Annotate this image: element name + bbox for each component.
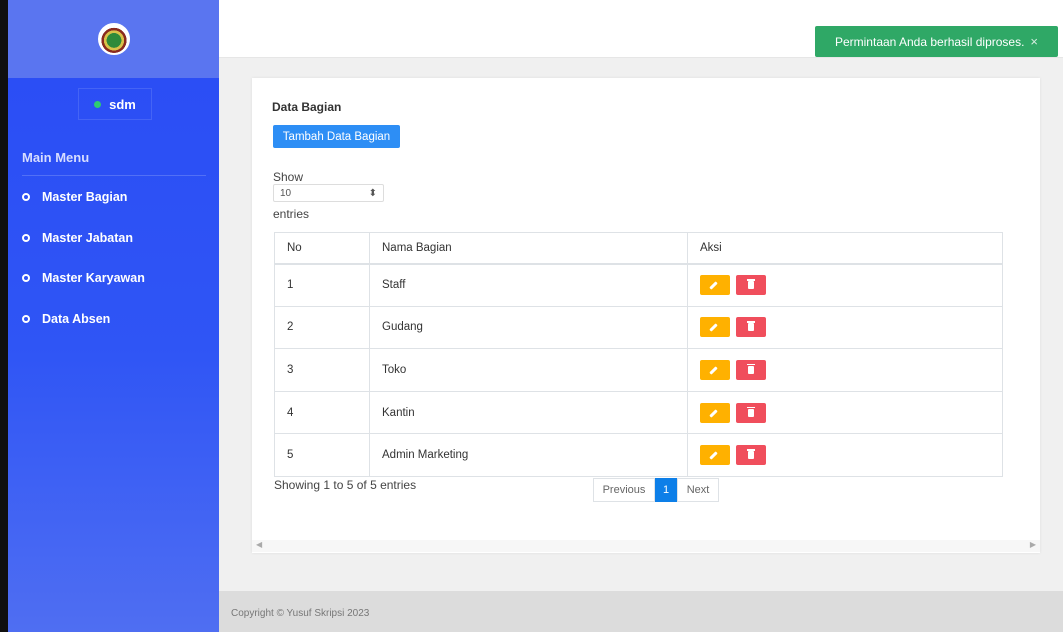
circle-icon [22, 274, 30, 282]
edit-button[interactable] [700, 275, 730, 296]
table-row: 4 Kantin [274, 390, 1003, 435]
cell-no: 2 [274, 305, 370, 350]
edit-button[interactable] [700, 317, 730, 338]
table-info: Showing 1 to 5 of 5 entries [274, 478, 417, 492]
next-page-button[interactable]: Next [677, 478, 719, 502]
cell-no: 5 [274, 433, 370, 477]
sidebar-item-master-bagian[interactable]: Master Bagian [22, 190, 127, 204]
column-header-no[interactable]: No [274, 232, 370, 265]
add-bagian-button[interactable]: Tambah Data Bagian [273, 125, 400, 148]
pencil-icon [709, 408, 718, 418]
trash-icon [747, 279, 755, 290]
delete-button[interactable] [736, 359, 766, 380]
circle-icon [22, 234, 30, 242]
menu-title: Main Menu [22, 150, 206, 176]
edit-button[interactable] [700, 359, 730, 380]
table-row: 1 Staff [274, 263, 1003, 307]
column-header-nama-bagian[interactable]: Nama Bagian [369, 232, 688, 265]
sidebar-item-master-karyawan[interactable]: Master Karyawan [22, 271, 145, 285]
trash-icon [747, 449, 755, 460]
footer: Copyright © Yusuf Skripsi 2023 [219, 591, 1063, 632]
pencil-icon [709, 281, 718, 290]
edit-button[interactable] [700, 402, 730, 423]
pencil-icon [709, 366, 718, 375]
show-label: Show [273, 170, 304, 184]
previous-page-button[interactable]: Previous [593, 478, 655, 502]
online-status-icon [94, 100, 102, 108]
circle-icon [22, 193, 30, 201]
cell-actions [687, 263, 1003, 307]
delete-button[interactable] [736, 445, 766, 466]
select-arrows-icon: ⬍ [368, 187, 377, 199]
user-panel[interactable]: sdm [78, 88, 152, 120]
cell-name: Admin Marketing [369, 433, 688, 477]
cell-no: 4 [274, 390, 370, 435]
page-size-value: 10 [280, 187, 292, 199]
window-frame [0, 0, 8, 632]
cell-actions [687, 305, 1003, 350]
cell-name: Gudang [369, 305, 688, 350]
delete-button[interactable] [736, 317, 766, 338]
company-logo[interactable] [97, 23, 130, 55]
page-size-select[interactable]: 10 ⬍ [273, 184, 384, 202]
cell-no: 1 [274, 263, 370, 307]
edit-button[interactable] [700, 445, 730, 466]
scroll-right-icon[interactable]: ▶ [1030, 540, 1036, 549]
success-toast[interactable]: Permintaan Anda berhasil diproses. × [815, 26, 1058, 57]
delete-button[interactable] [736, 275, 766, 296]
pagination: Previous 1 Next [593, 478, 719, 502]
table-row: 2 Gudang [274, 305, 1003, 350]
sidebar-item-master-jabatan[interactable]: Master Jabatan [22, 231, 133, 245]
entries-label: entries [273, 207, 310, 221]
copyright-text: Copyright © Yusuf Skripsi 2023 [231, 608, 370, 619]
delete-button[interactable] [736, 402, 766, 423]
sidebar-item-label: Master Bagian [42, 190, 128, 204]
horizontal-scrollbar[interactable]: ◀ ▶ [252, 540, 1040, 552]
trash-icon [747, 363, 755, 374]
page-1-button[interactable]: 1 [655, 478, 677, 502]
scroll-left-icon[interactable]: ◀ [256, 540, 262, 549]
cell-actions [687, 433, 1003, 477]
cell-actions [687, 348, 1003, 392]
bagian-table: No Nama Bagian Aksi 1 Staff 2 Gudang 3 T… [274, 232, 1003, 477]
pencil-icon [709, 451, 718, 460]
page-title: Data Bagian [272, 100, 342, 114]
pencil-icon [709, 323, 718, 333]
cell-name: Toko [369, 348, 688, 392]
circle-icon [22, 315, 30, 323]
content-card: Data Bagian Tambah Data Bagian Show 10 ⬍… [252, 78, 1040, 553]
sidebar: sdm Main Menu Master Bagian Master Jabat… [8, 0, 219, 632]
trash-icon [747, 321, 755, 332]
sidebar-item-label: Master Jabatan [42, 231, 134, 245]
cell-actions [687, 390, 1003, 435]
table-row: 3 Toko [274, 348, 1003, 392]
sidebar-item-label: Data Absen [42, 312, 111, 326]
toast-message: Permintaan Anda berhasil diproses. [834, 34, 1025, 49]
cell-name: Kantin [369, 390, 688, 435]
sidebar-header [8, 0, 219, 78]
close-icon[interactable]: × [1030, 34, 1038, 49]
cell-name: Staff [369, 263, 688, 307]
user-name: sdm [109, 96, 136, 112]
table-header-row: No Nama Bagian Aksi [274, 232, 1003, 265]
sidebar-item-label: Master Karyawan [42, 271, 145, 285]
trash-icon [747, 406, 755, 417]
column-header-aksi[interactable]: Aksi [687, 232, 1003, 265]
cell-no: 3 [274, 348, 370, 392]
table-row: 5 Admin Marketing [274, 433, 1003, 477]
sidebar-item-data-absen[interactable]: Data Absen [22, 312, 110, 326]
